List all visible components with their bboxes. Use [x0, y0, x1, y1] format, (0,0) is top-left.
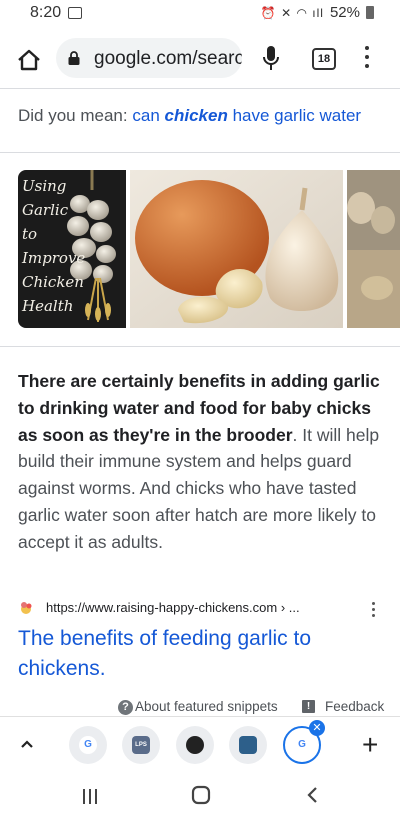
featured-snippet-text: There are certainly benefits in adding g… — [18, 368, 384, 556]
image-carousel: Using Garlic to Improve Chicken Health — [0, 152, 400, 346]
chicks-photo — [347, 170, 400, 328]
back-icon[interactable] — [304, 785, 322, 805]
chevron-up-icon[interactable] — [20, 739, 34, 749]
feedback-link[interactable]: Feedback — [325, 699, 384, 714]
did-you-mean-prefix: Did you mean: — [18, 106, 128, 125]
home-icon[interactable] — [16, 48, 42, 72]
tab-thumbnail-active[interactable]: G ✕ — [283, 720, 325, 764]
close-tab-icon[interactable]: ✕ — [309, 720, 325, 736]
snippet-footer: ? About featured snippets ! Feedback — [0, 698, 400, 718]
gallery-notification-icon — [68, 7, 82, 19]
url-text: google.com/search — [94, 48, 242, 69]
did-you-mean-link[interactable]: can chicken have garlic water — [132, 106, 361, 125]
battery-level: 52% — [329, 4, 360, 21]
tab-strip: G LPS G ✕ + — [0, 716, 400, 772]
tab-thumbnail-app[interactable] — [229, 726, 267, 764]
browser-toolbar: google.com/search 18 — [0, 28, 400, 88]
image-garlic-poster[interactable]: Using Garlic to Improve Chicken Health — [18, 170, 126, 328]
home-nav-icon[interactable] — [190, 784, 212, 806]
egg-garlic-photo — [130, 170, 343, 328]
about-snippets-link[interactable]: About featured snippets — [135, 699, 278, 714]
image-egg-and-garlic[interactable] — [130, 170, 343, 328]
tab-thumbnail-globe[interactable] — [176, 726, 214, 764]
source-url: https://www.raising-happy-chickens.com ›… — [46, 600, 300, 615]
system-nav-bar — [0, 772, 400, 823]
mic-icon[interactable] — [262, 44, 280, 72]
divider — [0, 88, 400, 89]
omnibox[interactable]: google.com/search — [56, 38, 242, 78]
poster-text: Using Garlic to Improve Chicken Health — [22, 177, 86, 315]
question-icon: ? — [118, 700, 133, 715]
signal-icons: ⏰ ✕ ◠ ıll — [260, 5, 324, 20]
status-bar: 8:20 ⏰ ✕ ◠ ıll 52% — [0, 0, 400, 28]
lock-icon — [68, 51, 80, 65]
app-icon — [239, 736, 257, 754]
feedback-icon: ! — [302, 700, 315, 713]
site-favicon-icon — [21, 602, 32, 614]
status-time: 8:20 — [30, 4, 62, 21]
divider — [0, 346, 400, 347]
recents-icon[interactable] — [80, 786, 100, 806]
plus-icon[interactable]: + — [362, 731, 378, 759]
tab-thumbnail-lps[interactable]: LPS — [122, 726, 160, 764]
tab-switcher-button[interactable]: 18 — [312, 48, 336, 70]
image-chicks[interactable] — [347, 170, 400, 328]
tab-thumbnail-google[interactable]: G — [69, 726, 107, 764]
battery-icon — [366, 6, 374, 19]
status-right: ⏰ ✕ ◠ ıll 52% — [261, 4, 374, 21]
source-row[interactable]: https://www.raising-happy-chickens.com ›… — [18, 598, 384, 620]
result-title-link[interactable]: The benefits of feeding garlic to chicke… — [18, 624, 384, 684]
result-more-icon[interactable] — [372, 602, 376, 618]
did-you-mean: Did you mean: can chicken have garlic wa… — [18, 106, 361, 126]
globe-icon — [186, 736, 204, 754]
kebab-menu-icon[interactable] — [364, 46, 370, 72]
